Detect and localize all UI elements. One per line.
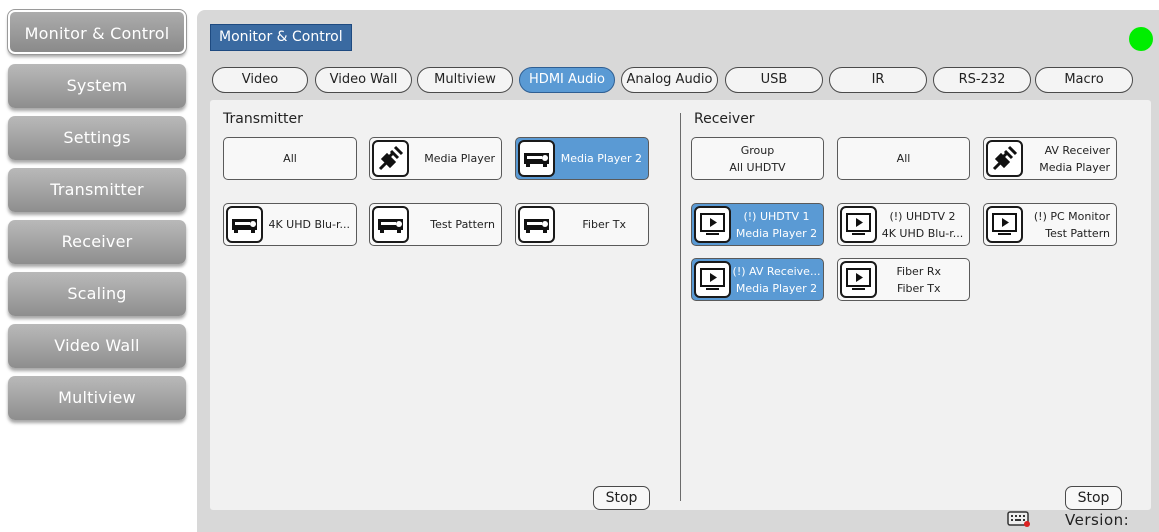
- display-icon: [694, 206, 731, 243]
- receiver-section-label: Receiver: [694, 111, 755, 127]
- sidebar-item-monitor-control[interactable]: Monitor & Control: [7, 9, 187, 55]
- device-label: All: [283, 152, 297, 165]
- device-label: (!) UHDTV 1 Media Player 2: [732, 204, 821, 245]
- device-label: All: [896, 152, 911, 165]
- disconnected-plug-icon: [986, 140, 1023, 177]
- device-label: AV Receiver Media Player: [1039, 138, 1110, 179]
- transmitter-test-pattern-button[interactable]: Test Pattern: [369, 203, 502, 246]
- device-label: Fiber Rx Fiber Tx: [896, 259, 941, 300]
- receiver-fiber-rx-button[interactable]: Fiber Rx Fiber Tx: [837, 258, 970, 301]
- tab-multiview[interactable]: Multiview: [417, 67, 513, 93]
- tab-analog-audio[interactable]: Analog Audio: [621, 67, 718, 93]
- content-area: Transmitter All Media Player Media Playe…: [210, 100, 1151, 510]
- receiver-uhdtv-1-button[interactable]: (!) UHDTV 1 Media Player 2: [691, 203, 824, 246]
- projector-icon: [372, 206, 409, 243]
- tab-video-wall[interactable]: Video Wall: [315, 67, 412, 93]
- transmitter-stop-button[interactable]: Stop: [593, 486, 650, 510]
- device-label-line2: 4K UHD Blu-r...: [881, 226, 964, 240]
- receiver-av-receiver-2-button[interactable]: (!) AV Receive... Media Player 2: [691, 258, 824, 301]
- device-label-line2: Fiber Tx: [896, 281, 941, 295]
- display-icon: [694, 261, 731, 298]
- device-label: (!) PC Monitor Test Pattern: [1034, 204, 1110, 245]
- sidebar-item-scaling[interactable]: Scaling: [8, 272, 186, 316]
- projector-icon: [226, 206, 263, 243]
- transmitter-media-player-2-button[interactable]: Media Player 2: [515, 137, 649, 180]
- sidebar-item-system[interactable]: System: [8, 64, 186, 108]
- device-label: 4K UHD Blu-r...: [268, 218, 350, 231]
- device-label: (!) AV Receive... Media Player 2: [732, 259, 821, 300]
- projector-icon: [518, 206, 555, 243]
- device-label-line2: Media Player: [1039, 160, 1110, 174]
- device-label-line1: Fiber Rx: [896, 264, 941, 278]
- receiver-group-all-uhdtv-button[interactable]: Group All UHDTV: [691, 137, 824, 180]
- display-icon: [986, 206, 1023, 243]
- tab-video[interactable]: Video: [212, 67, 308, 93]
- receiver-av-receiver-button[interactable]: AV Receiver Media Player: [983, 137, 1117, 180]
- version-label: Version:: [1065, 511, 1130, 529]
- device-label: (!) UHDTV 2 4K UHD Blu-r...: [878, 204, 967, 245]
- transmitter-all-button[interactable]: All: [223, 137, 357, 180]
- transmitter-4k-uhd-blu-ray-button[interactable]: 4K UHD Blu-r...: [223, 203, 357, 246]
- display-icon: [840, 261, 877, 298]
- sidebar-item-settings[interactable]: Settings: [8, 116, 186, 160]
- transmitter-fiber-tx-button[interactable]: Fiber Tx: [515, 203, 649, 246]
- device-label: Media Player: [424, 152, 495, 165]
- receiver-all-button[interactable]: All: [837, 137, 970, 180]
- tab-hdmi-audio[interactable]: HDMI Audio: [519, 67, 615, 93]
- device-label-line1: (!) UHDTV 2: [889, 209, 956, 223]
- device-label-line1: (!) PC Monitor: [1033, 209, 1110, 223]
- section-divider: [680, 113, 681, 501]
- transmitter-section-label: Transmitter: [223, 111, 303, 127]
- sidebar-item-video-wall[interactable]: Video Wall: [8, 324, 186, 368]
- tab-rs-232[interactable]: RS-232: [933, 67, 1031, 93]
- device-label-line1: (!) UHDTV 1: [743, 209, 810, 223]
- transmitter-media-player-button[interactable]: Media Player: [369, 137, 502, 180]
- tab-usb[interactable]: USB: [725, 67, 823, 93]
- device-label-line1: AV Receiver: [1044, 143, 1110, 157]
- keyboard-icon[interactable]: [1007, 510, 1031, 531]
- receiver-pc-monitor-button[interactable]: (!) PC Monitor Test Pattern: [983, 203, 1117, 246]
- main-panel: Monitor & Control Video Video Wall Multi…: [197, 10, 1159, 532]
- tab-ir[interactable]: IR: [829, 67, 927, 93]
- status-indicator-icon: [1129, 27, 1153, 51]
- device-label: Fiber Tx: [582, 218, 626, 231]
- projector-icon: [518, 140, 555, 177]
- device-label-line2: Media Player 2: [735, 281, 818, 295]
- page-title: Monitor & Control: [210, 24, 352, 51]
- device-label-line2: Media Player 2: [735, 226, 818, 240]
- device-label: Group All UHDTV: [692, 138, 823, 179]
- device-label-line2: Test Pattern: [1045, 226, 1110, 240]
- display-icon: [840, 206, 877, 243]
- device-label-line2: All UHDTV: [729, 160, 786, 174]
- sidebar-item-receiver[interactable]: Receiver: [8, 220, 186, 264]
- receiver-uhdtv-2-button[interactable]: (!) UHDTV 2 4K UHD Blu-r...: [837, 203, 970, 246]
- disconnected-plug-icon: [372, 140, 409, 177]
- device-label-line1: Group: [740, 143, 775, 157]
- device-label: Test Pattern: [430, 218, 495, 231]
- sidebar-item-transmitter[interactable]: Transmitter: [8, 168, 186, 212]
- tab-macro[interactable]: Macro: [1035, 67, 1133, 93]
- device-label-line1: (!) AV Receive...: [732, 264, 821, 278]
- device-label: Media Player 2: [560, 152, 642, 165]
- receiver-stop-button[interactable]: Stop: [1065, 486, 1122, 510]
- sidebar-item-multiview[interactable]: Multiview: [8, 376, 186, 420]
